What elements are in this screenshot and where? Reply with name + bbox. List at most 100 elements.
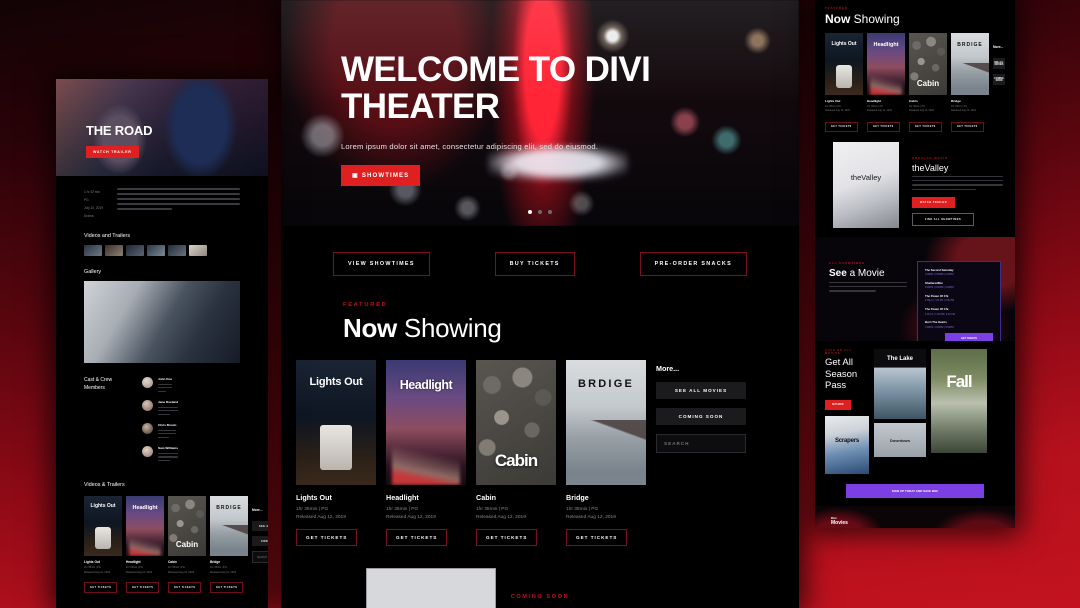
get-tickets-button[interactable]: GET TICKETS [566,529,628,547]
showtime-row[interactable]: The Power Of Chi 4:00 LA | 7:00 PM | 9:3… [925,307,993,316]
movie-card[interactable]: Lights Out Lights Out 1hr 35min | PG Rel… [296,360,376,547]
movie-poster[interactable]: Lights Out [84,496,122,557]
pre-order-snacks-button[interactable]: PRE-ORDER SNACKS [639,252,747,276]
get-tickets-button[interactable]: GET TICKETS [386,529,448,547]
movie-card[interactable]: BRDIGE Bridge 1hr 35min | PG Released Au… [566,360,646,547]
movie-card[interactable]: Lights Out Lights Out 1hr 35min | PG Rel… [84,496,122,594]
movie-poster[interactable]: Cabin [909,33,947,95]
tile-scrapers[interactable]: Scrapers [825,416,869,475]
cast-member-name: Sam Williams [158,446,178,451]
video-thumbnail[interactable] [147,245,165,256]
video-thumbnail[interactable] [84,245,102,256]
movie-release: Released Aug 12, 2019 [168,570,194,574]
left-movie-grid: Lights Out Lights Out 1hr 35min | PG Rel… [84,496,268,594]
movie-release: Released Aug 12, 2019 [126,570,152,574]
showtime-times: 3:00PM | 6:00PM | 9:00PM [925,325,954,329]
showtimes-get-tickets-button[interactable]: GET TICKETS [945,333,993,341]
movie-poster[interactable]: Headlight [867,33,905,95]
movie-card[interactable]: Headlight Headlight 1hr 35min | PG Relea… [126,496,164,594]
video-thumbnail[interactable] [105,245,123,256]
movie-poster[interactable]: Headlight [126,496,164,557]
view-showtimes-button[interactable]: VIEW SHOWTIMES [333,252,430,276]
get-tickets-button[interactable]: GET TICKETS [476,529,538,547]
left-video-thumbnails[interactable] [84,245,240,256]
get-tickets-button[interactable]: GET TICKETS [296,529,358,547]
movie-poster[interactable]: BRDIGE [951,33,989,95]
left-watch-trailer-button[interactable]: WATCH TRAILER [86,146,139,158]
movie-poster[interactable]: Lights Out [825,33,863,95]
get-tickets-button[interactable]: GET TICKETS [867,121,900,132]
slider-dot-1[interactable] [528,210,532,214]
movie-card[interactable]: Cabin Cabin 1hr 35min | PG Released Aug … [476,360,556,547]
avatar [142,377,153,388]
search-input[interactable] [252,551,268,564]
movie-meta: 1hr 35min | PG Released Aug 12, 2019 [296,506,376,522]
search-input[interactable] [656,434,746,453]
tile-downtown[interactable]: Downtown [874,422,926,457]
movie-poster[interactable]: Cabin [476,360,556,485]
slider-dot-3[interactable] [548,210,552,214]
showtime-row[interactable]: Burn The Hearts 3:00PM | 6:00PM | 9:00PM [925,320,993,329]
valley-showtimes-button[interactable]: FIND ALL SHOWTIMES [912,213,974,227]
movie-card[interactable]: Lights Out Lights Out 1hr 35min | PG Rele… [825,33,863,132]
get-tickets-button[interactable]: GET TICKETS [168,582,202,594]
get-tickets-button[interactable]: GET TICKETS [126,582,160,594]
tile-the-lake[interactable]: The Lake [874,348,926,419]
movie-card[interactable]: Cabin Cabin 1hr 35min | PG Released Aug … [168,496,206,594]
get-tickets-button[interactable]: GET TICKETS [951,121,984,132]
video-thumbnail[interactable] [126,245,144,256]
get-tickets-button[interactable]: GET TICKETS [210,582,244,594]
buy-tickets-button[interactable]: BUY TICKETS [494,252,575,276]
coming-soon-button[interactable]: COMING SOON [252,536,268,547]
see-all-movies-button[interactable]: SEE ALL MOVIES [252,521,268,532]
slider-dots[interactable] [281,210,799,214]
tile-fall[interactable]: Fall [931,348,987,453]
movie-card[interactable]: BRDIGE Bridge 1hr 35min | PG Released Aug… [951,33,989,132]
movie-meta: 1hr 35min | PG Released Aug 12, 2019 [909,105,947,114]
get-tickets-button[interactable]: GET TICKETS [825,121,858,132]
season-pass-buy-button[interactable]: BUY NOW [825,399,851,410]
movie-poster-title: Cabin [175,540,199,549]
avatar [142,446,153,458]
movie-card[interactable]: Headlight Headlight 1hr 35min | PG Releas… [867,33,905,132]
get-tickets-button[interactable]: GET TICKETS [909,121,942,132]
movie-poster-title: BRDIGE [957,41,983,48]
movie-card[interactable]: BRDIGE Bridge 1hr 35min | PG Released Au… [210,496,248,594]
signup-banner[interactable]: SIGN UP TODAY AND SAVE BIG! [846,484,984,499]
left-meta-genre: Drama [84,214,94,218]
showtime-row[interactable]: The Power Of Chi 4:00LA | 7:00 PM | 9:30… [925,294,993,303]
slider-dot-2[interactable] [538,210,542,214]
get-tickets-button[interactable]: GET TICKETS [84,582,118,594]
movie-poster[interactable]: Lights Out [296,360,376,485]
movie-poster[interactable]: BRDIGE [566,360,646,485]
movie-card[interactable]: Cabin Cabin 1hr 35min | PG Released Aug 1… [909,33,947,132]
cast-member-info: Jane Doeland [158,400,179,417]
movie-poster[interactable]: BRDIGE [210,496,248,557]
movie-poster-title: Cabin [494,451,538,470]
showtime-row[interactable]: The Second Saturday 3:00PM | 6:00PM | 9:… [925,268,993,277]
movie-poster-title: BRDIGE [216,504,242,511]
coming-soon-button[interactable]: COMING SOON [993,74,1005,85]
coming-soon-button[interactable]: COMING SOON [656,408,746,425]
movie-card[interactable]: Headlight Headlight 1hr 35min | PG Relea… [386,360,466,547]
showtime-row[interactable]: Shelteredfilm 3:00PM | 6:00PM | 9:00PM [925,281,993,290]
valley-poster[interactable]: theValley [833,141,899,228]
movie-runtime: 1hr 35min | PG [386,507,419,512]
right-title-light: Showing [850,12,900,26]
movie-poster[interactable]: Cabin [168,496,206,557]
movie-title: Lights Out [84,560,100,565]
left-hero: THE ROAD WATCH TRAILER [56,79,268,176]
see-movie-title-light: a Movie [846,267,885,279]
video-thumbnail[interactable] [189,245,207,256]
now-showing-title-bold: Now [343,313,397,343]
valley-watch-trailer-button[interactable]: WATCH TRAILER [912,197,956,209]
see-all-movies-button[interactable]: SEE ALL MOVIES [993,58,1005,69]
movie-poster[interactable]: Headlight [386,360,466,485]
see-all-movies-button[interactable]: SEE ALL MOVIES [656,382,746,399]
now-showing-title-light: Showing [396,313,502,343]
tile-label: Fall [946,371,972,391]
hero-showtimes-button[interactable]: ▣ SHOWTIMES [341,164,421,186]
left-trailers-heading: Videos & Trailers [84,482,125,489]
video-thumbnail[interactable] [168,245,186,256]
cast-member-info: Chris Brown [158,423,177,440]
